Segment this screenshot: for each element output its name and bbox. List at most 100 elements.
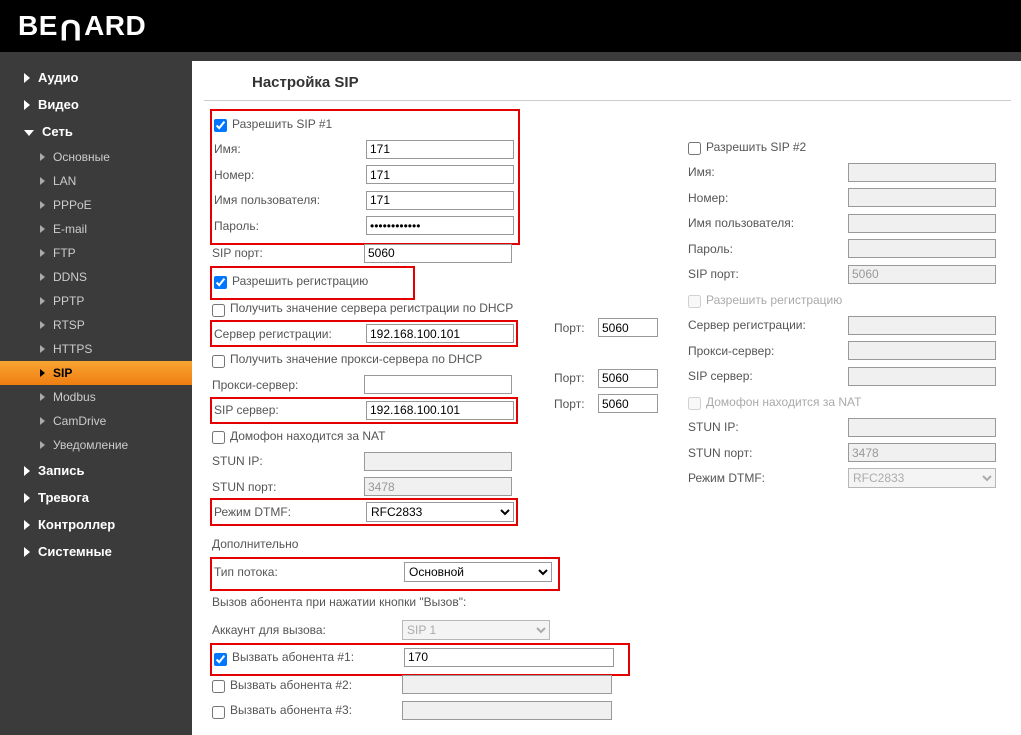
sip1-sipport-label: SIP порт: (212, 246, 364, 260)
sip2-column: Разрешить SIP #2 Имя: Номер: Имя пользов… (688, 111, 1021, 527)
call1-label: Вызвать абонента #1: (232, 650, 404, 664)
subnav-lan[interactable]: LAN (40, 169, 192, 193)
callbtn-text: Вызов абонента при нажатии кнопки "Вызов… (212, 595, 466, 609)
sip2-user-input[interactable] (848, 214, 996, 233)
subnav-label: PPTP (53, 294, 84, 308)
sip2-stunport-input[interactable] (848, 443, 996, 462)
sip1-sipsrv-input[interactable] (366, 401, 514, 420)
subnav-ddns[interactable]: DDNS (40, 265, 192, 289)
sip1-regport-input[interactable] (598, 318, 658, 337)
call1-input[interactable] (404, 648, 614, 667)
nav-system[interactable]: Системные (0, 538, 192, 565)
nav-record[interactable]: Запись (0, 457, 192, 484)
sip2-name-label: Имя: (688, 165, 848, 179)
sip2-stunport-label: STUN порт: (688, 446, 848, 460)
subnav-label: PPPoE (53, 198, 92, 212)
subnav-sip[interactable]: SIP (0, 361, 192, 385)
sip1-sipsrvport-input[interactable] (598, 394, 658, 413)
chevron-right-icon (40, 417, 45, 425)
subnav-notify[interactable]: Уведомление (40, 433, 192, 457)
sip2-sipport-input[interactable] (848, 265, 996, 284)
stream-label: Тип потока: (214, 565, 404, 579)
nav-controller[interactable]: Контроллер (0, 511, 192, 538)
nav-network[interactable]: Сеть (0, 118, 192, 145)
sip1-name-input[interactable] (366, 140, 514, 159)
sip2-nat-checkbox[interactable] (688, 397, 701, 410)
sip2-nat-label: Домофон находится за NAT (706, 395, 861, 409)
sip1-num-input[interactable] (366, 165, 514, 184)
nav-label: Тревога (38, 490, 89, 505)
subnav-camdrive[interactable]: CamDrive (40, 409, 192, 433)
chevron-right-icon (40, 153, 45, 161)
call1-checkbox[interactable] (214, 653, 227, 666)
subnav-email[interactable]: E-mail (40, 217, 192, 241)
chevron-right-icon (40, 297, 45, 305)
nav-audio[interactable]: Аудио (0, 64, 192, 91)
sip1-proxy-input[interactable] (364, 375, 512, 394)
subnav-pptp[interactable]: PPTP (40, 289, 192, 313)
chevron-right-icon (40, 177, 45, 185)
sip1-stunip-input[interactable] (364, 452, 512, 471)
nav-label: Видео (38, 97, 79, 112)
chevron-right-icon (40, 249, 45, 257)
sip1-user-input[interactable] (366, 191, 514, 210)
sip1-dhcp-proxy-checkbox[interactable] (212, 355, 225, 368)
sip1-regsrv-label: Сервер регистрации: (214, 327, 366, 341)
subnav-label: Уведомление (53, 438, 128, 452)
sip2-num-label: Номер: (688, 191, 848, 205)
nav-label: Системные (38, 544, 112, 559)
subnav-label: HTTPS (53, 342, 92, 356)
sip1-user-label: Имя пользователя: (214, 193, 366, 207)
sip2-name-input[interactable] (848, 163, 996, 182)
sip2-dtmf-label: Режим DTMF: (688, 471, 848, 485)
call3-checkbox[interactable] (212, 706, 225, 719)
subnav-modbus[interactable]: Modbus (40, 385, 192, 409)
nav-video[interactable]: Видео (0, 91, 192, 118)
acct-label: Аккаунт для вызова: (212, 623, 402, 637)
sip1-pass-input[interactable] (366, 216, 514, 235)
call3-input[interactable] (402, 701, 612, 720)
sip2-reg-checkbox[interactable] (688, 295, 701, 308)
sip1-regsrv-input[interactable] (366, 324, 514, 343)
call2-checkbox[interactable] (212, 680, 225, 693)
sip1-dtmf-select[interactable]: RFC2833 (366, 502, 514, 522)
call3-label: Вызвать абонента #3: (230, 703, 402, 717)
sip1-stunport-label: STUN порт: (212, 480, 364, 494)
sip1-reg-checkbox[interactable] (214, 276, 227, 289)
sip2-num-input[interactable] (848, 188, 996, 207)
sip2-proxy-input[interactable] (848, 341, 996, 360)
subnav-rtsp[interactable]: RTSP (40, 313, 192, 337)
sip1-sipport-input[interactable] (364, 244, 512, 263)
sip1-proxyport-input[interactable] (598, 369, 658, 388)
extra-title: Дополнительно (212, 537, 1021, 551)
stream-select[interactable]: Основной (404, 562, 552, 582)
sip1-nat-checkbox[interactable] (212, 431, 225, 444)
sip1-dhcp-reg-checkbox[interactable] (212, 304, 225, 317)
sip1-enable-checkbox[interactable] (214, 119, 227, 132)
arrow-right-icon (24, 100, 30, 110)
sip1-stunport-input[interactable] (364, 477, 512, 496)
sip1-enable-label: Разрешить SIP #1 (232, 117, 332, 131)
subnav-label: Основные (53, 150, 110, 164)
nav-alarm[interactable]: Тревога (0, 484, 192, 511)
chevron-right-icon (40, 201, 45, 209)
sip2-pass-input[interactable] (848, 239, 996, 258)
sip2-enable-checkbox[interactable] (688, 142, 701, 155)
chevron-right-icon (40, 393, 45, 401)
sip2-regsrv-input[interactable] (848, 316, 996, 335)
sip1-proxy-label: Прокси-сервер: (212, 378, 364, 392)
chevron-right-icon (40, 273, 45, 281)
subnav-pppoe[interactable]: PPPoE (40, 193, 192, 217)
subnav-https[interactable]: HTTPS (40, 337, 192, 361)
sip1-num-label: Номер: (214, 168, 366, 182)
sip2-sipsrv-input[interactable] (848, 367, 996, 386)
chevron-right-icon (40, 225, 45, 233)
sip2-sipport-label: SIP порт: (688, 267, 848, 281)
acct-select[interactable]: SIP 1 (402, 620, 550, 640)
subnav-basic[interactable]: Основные (40, 145, 192, 169)
sip2-stunip-input[interactable] (848, 418, 996, 437)
subnav-ftp[interactable]: FTP (40, 241, 192, 265)
nav-label: Сеть (42, 124, 73, 139)
sip2-dtmf-select[interactable]: RFC2833 (848, 468, 996, 488)
call2-input[interactable] (402, 675, 612, 694)
